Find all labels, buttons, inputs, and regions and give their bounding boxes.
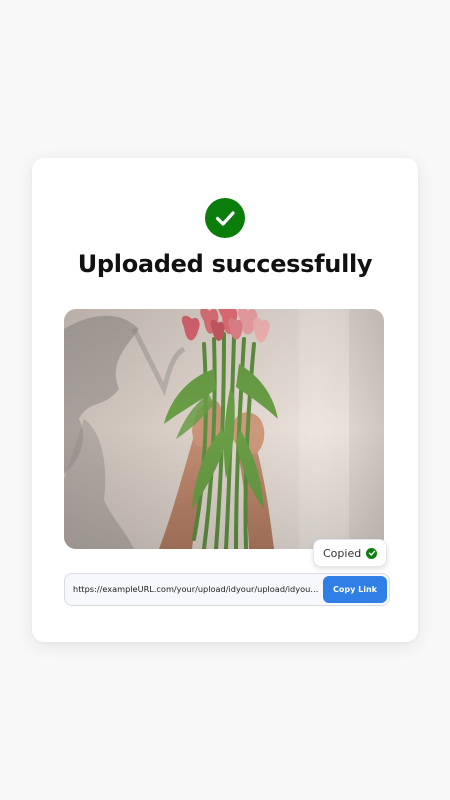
share-url-text[interactable]: https://exampleURL.com/your/upload/idyou…	[73, 574, 319, 605]
check-circle-icon	[366, 547, 378, 559]
share-link-field: https://exampleURL.com/your/upload/idyou…	[64, 573, 390, 606]
copy-link-button[interactable]: Copy Link	[323, 576, 387, 603]
upload-success-card: Uploaded successfully Copied https://exa…	[32, 158, 418, 642]
success-check-icon	[205, 198, 245, 238]
uploaded-image	[64, 309, 384, 549]
copied-label: Copied	[323, 546, 362, 560]
page-title: Uploaded successfully	[77, 250, 373, 278]
copied-tooltip: Copied	[313, 539, 388, 567]
